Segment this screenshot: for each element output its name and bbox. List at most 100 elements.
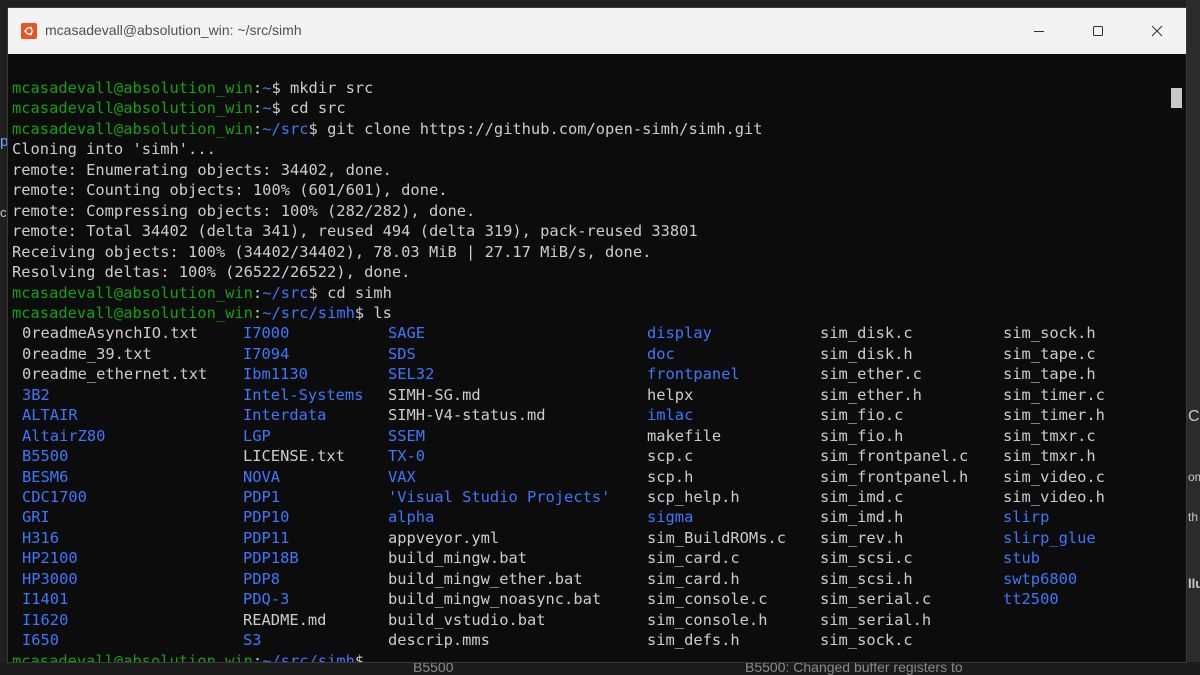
ls-file-entry: README.md [243, 610, 327, 629]
ls-directory-entry: sigma [647, 508, 694, 527]
output-line: Resolving deltas: 100% (26522/26522), do… [12, 263, 411, 282]
ls-file-entry: LICENSE.txt [243, 447, 345, 466]
ls-file-entry: sim_timer.h [1003, 406, 1105, 425]
ls-directory-entry: BESM6 [22, 467, 69, 486]
ls-file-entry: sim_defs.h [647, 631, 740, 650]
ls-directory-entry: VAX [388, 467, 416, 486]
prompt-user: mcasadevall@absolution_win [12, 651, 253, 662]
ls-file-entry: 0readme_39.txt [22, 344, 152, 363]
prompt-line: mcasadevall@absolution_win:~/src/simh$ l… [12, 303, 392, 323]
ls-directory-entry: stub [1003, 549, 1041, 568]
ls-file-entry: 0readme_ethernet.txt [22, 365, 208, 384]
ls-file-entry: sim_card.h [647, 569, 740, 588]
ls-directory-entry: TX-0 [388, 447, 426, 466]
prompt-line: mcasadevall@absolution_win:~$ mkdir src [12, 78, 373, 98]
ls-file-entry: sim_ether.h [820, 385, 922, 404]
ubuntu-icon[interactable] [21, 23, 37, 39]
prompt-user: mcasadevall@absolution_win [12, 303, 253, 322]
background-text-fragment: th [1188, 510, 1199, 524]
background-text-fragment: llu [1188, 576, 1200, 591]
ls-file-entry: 0readmeAsynchIO.txt [22, 324, 199, 343]
ls-directory-entry: I1401 [22, 590, 69, 609]
ls-directory-entry: HP2100 [22, 549, 78, 568]
command-text: $ cd simh [308, 283, 392, 302]
prompt-user: mcasadevall@absolution_win [12, 99, 253, 118]
ls-file-entry: appveyor.yml [388, 528, 500, 547]
ls-directory-entry: SSEM [388, 426, 426, 445]
terminal-output[interactable]: mcasadevall@absolution_win:~$ mkdir src m… [8, 54, 1168, 662]
ls-file-entry: sim_rev.h [820, 528, 904, 547]
ls-file-entry: helpx [647, 385, 694, 404]
ls-file-entry: SIMH-V4-status.md [388, 406, 546, 425]
maximize-icon [1093, 26, 1103, 36]
ls-directory-entry: alpha [388, 508, 435, 527]
ls-directory-entry: display [647, 324, 712, 343]
close-button[interactable] [1128, 8, 1186, 54]
ls-file-entry: sim_tape.h [1003, 365, 1096, 384]
ls-file-entry: sim_disk.c [820, 324, 913, 343]
ls-file-entry: build_mingw_ether.bat [388, 569, 583, 588]
ls-directory-entry: H316 [22, 528, 60, 547]
prompt-separator: : [252, 303, 263, 322]
output-line: Cloning into 'simh'... [12, 140, 216, 159]
ls-directory-entry: frontpanel [647, 365, 740, 384]
ls-file-entry: descrip.mms [388, 631, 490, 650]
command-text: $ git clone https://github.com/open-simh… [308, 119, 763, 138]
ls-file-entry: sim_tape.c [1003, 344, 1096, 363]
ls-file-entry: sim_serial.h [820, 610, 932, 629]
ls-directory-entry: doc [647, 344, 675, 363]
ls-file-entry: sim_scsi.h [820, 569, 913, 588]
ls-file-entry: sim_sock.h [1003, 324, 1096, 343]
output-line: remote: Enumerating objects: 34402, done… [12, 160, 392, 179]
ls-directory-entry: swtp6800 [1003, 569, 1078, 588]
prompt-separator: : [252, 651, 263, 662]
ls-file-entry: sim_console.h [647, 610, 768, 629]
ls-directory-entry: PDP8 [243, 569, 281, 588]
ls-file-entry: build_mingw_noasync.bat [388, 590, 602, 609]
ls-file-entry: sim_tmxr.c [1003, 426, 1096, 445]
ls-file-entry: sim_timer.c [1003, 385, 1105, 404]
prompt-line: mcasadevall@absolution_win:~/src$ git cl… [12, 119, 763, 139]
ls-file-entry: build_mingw.bat [388, 549, 527, 568]
ls-directory-entry: PDP11 [243, 528, 290, 547]
ls-directory-entry: tt2500 [1003, 590, 1059, 609]
background-window-edge: C om th llu [1186, 0, 1200, 675]
ls-directory-entry: GRI [22, 508, 50, 527]
ls-file-entry: scp_help.h [647, 488, 740, 506]
ls-file-entry: sim_tmxr.h [1003, 447, 1096, 466]
background-window-bottom: B5500 B5500: Changed buffer registers to [0, 662, 1200, 675]
ls-directory-entry: Interdata [243, 406, 327, 425]
prompt-user: mcasadevall@absolution_win [12, 283, 253, 302]
ls-directory-entry: PDP10 [243, 508, 290, 527]
prompt-user: mcasadevall@absolution_win [12, 119, 253, 138]
ls-directory-entry: ALTAIR [22, 406, 78, 425]
terminal-scrollbar[interactable] [1168, 54, 1186, 662]
ls-file-entry: makefile [647, 426, 722, 445]
prompt-path: ~/src/simh [262, 651, 355, 662]
ls-file-entry: sim_serial.c [820, 590, 932, 609]
ls-file-entry: sim_imd.c [820, 488, 904, 506]
scrollbar-thumb[interactable] [1171, 88, 1182, 108]
ls-directory-entry: Ibm1130 [243, 365, 308, 384]
ls-file-entry: sim_frontpanel.c [820, 447, 969, 466]
ls-file-entry: sim_disk.h [820, 344, 913, 363]
output-line: remote: Total 34402 (delta 341), reused … [12, 222, 698, 241]
command-text: $ [354, 651, 365, 662]
ls-directory-entry: PDP18B [243, 549, 299, 568]
ls-file-entry: sim_video.c [1003, 467, 1105, 486]
maximize-button[interactable] [1069, 8, 1127, 54]
ls-directory-entry: SEL32 [388, 365, 435, 384]
output-line: remote: Counting objects: 100% (601/601)… [12, 181, 448, 200]
minimize-button[interactable] [1010, 8, 1068, 54]
ls-file-entry: sim_fio.c [820, 406, 904, 425]
ls-directory-entry: PDQ-3 [243, 590, 290, 609]
ls-file-entry: sim_card.c [647, 549, 740, 568]
ls-directory-entry: imlac [647, 406, 694, 425]
background-text-fragment: om [1188, 470, 1200, 484]
ls-directory-entry: I7000 [243, 324, 290, 343]
ls-file-entry: sim_frontpanel.h [820, 467, 969, 486]
ls-file-entry: scp.h [647, 467, 694, 486]
ls-directory-entry: I1620 [22, 610, 69, 629]
ls-file-entry: sim_sock.c [820, 631, 913, 650]
title-bar[interactable]: mcasadevall@absolution_win: ~/src/simh [8, 8, 1186, 54]
